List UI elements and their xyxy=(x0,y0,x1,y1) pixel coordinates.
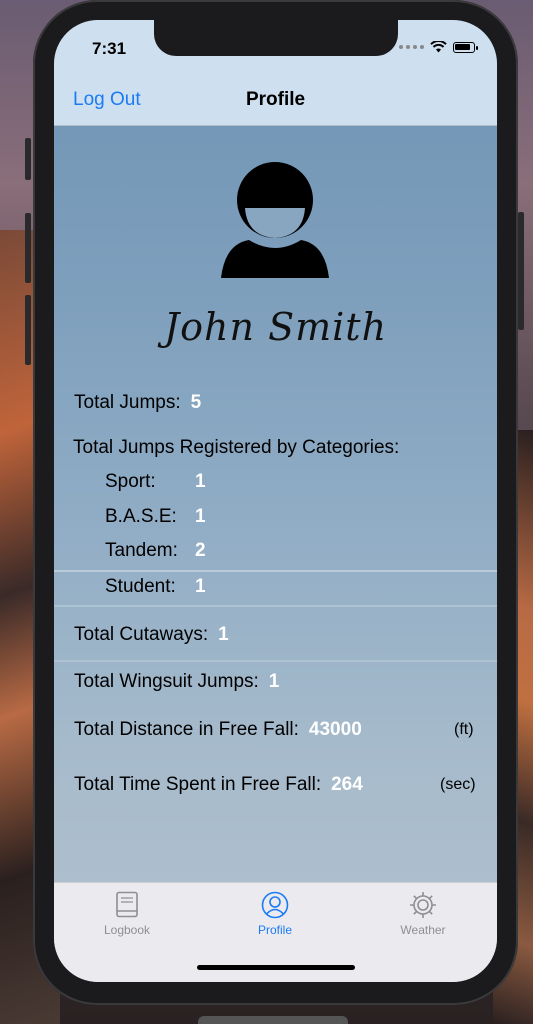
side-button xyxy=(518,212,524,330)
stat-value: 1 xyxy=(195,576,206,597)
mute-switch xyxy=(25,138,31,180)
distance-unit: (ft) xyxy=(454,721,474,738)
tab-label: Logbook xyxy=(103,923,151,937)
stat-label: Total Jumps: xyxy=(74,392,181,413)
stat-label: Student: xyxy=(105,576,176,597)
app-screen: Log Out Profile 7:31 John Smith Total Ju… xyxy=(54,20,497,982)
stat-value: 1 xyxy=(268,671,280,692)
sky-streak xyxy=(54,605,497,607)
tab-label: Weather xyxy=(400,923,446,937)
category-row-tandem: Tandem: 2 xyxy=(105,540,206,562)
volume-up-button xyxy=(25,213,31,283)
stat-label: Total Distance in Free Fall: xyxy=(74,719,299,740)
page-title: Profile xyxy=(245,89,306,110)
stat-value: 2 xyxy=(195,540,206,561)
stat-label: Tandem: xyxy=(105,540,178,561)
status-time: 7:31 xyxy=(92,39,127,58)
stat-label: B.A.S.E: xyxy=(105,506,177,527)
notch xyxy=(154,20,398,56)
profile-icon xyxy=(261,891,289,919)
stat-label: Total Cutaways: xyxy=(74,624,209,645)
stat-value: 5 xyxy=(190,392,202,413)
avatar-icon xyxy=(221,162,329,278)
category-row-sport: Sport: 1 xyxy=(105,471,206,493)
book-icon xyxy=(116,891,138,918)
stat-label: Total Wingsuit Jumps: xyxy=(74,671,259,692)
total-jumps-row: Total Jumps: 5 xyxy=(74,392,201,414)
signal-icon xyxy=(399,45,424,49)
sky-streak xyxy=(54,660,497,662)
cutaways-row: Total Cutaways: 1 xyxy=(74,624,229,646)
dock-edge xyxy=(198,1016,348,1024)
home-indicator[interactable] xyxy=(197,965,355,970)
sky-streak xyxy=(54,570,497,572)
wifi-icon xyxy=(430,41,447,53)
battery-icon xyxy=(453,41,478,53)
stat-value: 264 xyxy=(331,774,363,795)
categories-header: Total Jumps Registered by Categories: xyxy=(73,437,400,458)
tab-label: Profile xyxy=(257,923,292,937)
freefall-time-row: Total Time Spent in Free Fall: 264 xyxy=(74,774,363,796)
wingsuit-row: Total Wingsuit Jumps: 1 xyxy=(74,671,279,693)
stat-value: 1 xyxy=(195,506,206,527)
category-row-student: Student: 1 xyxy=(105,576,206,598)
volume-down-button xyxy=(25,295,31,365)
gear-icon xyxy=(410,892,436,918)
tab-profile[interactable]: Profile xyxy=(220,891,330,937)
stat-value: 1 xyxy=(195,471,206,492)
distance-row: Total Distance in Free Fall: 43000 xyxy=(74,719,362,741)
stat-value: 1 xyxy=(218,624,229,645)
stat-label: Total Time Spent in Free Fall: xyxy=(74,774,322,795)
time-unit: (sec) xyxy=(440,776,476,793)
category-row-base: B.A.S.E: 1 xyxy=(105,506,206,528)
stat-label: Sport: xyxy=(105,471,156,492)
tab-weather[interactable]: Weather xyxy=(368,891,478,937)
status-icons xyxy=(399,41,478,53)
user-name: John Smith xyxy=(163,305,388,349)
tab-logbook[interactable]: Logbook xyxy=(72,891,182,937)
stat-value: 43000 xyxy=(308,719,362,740)
